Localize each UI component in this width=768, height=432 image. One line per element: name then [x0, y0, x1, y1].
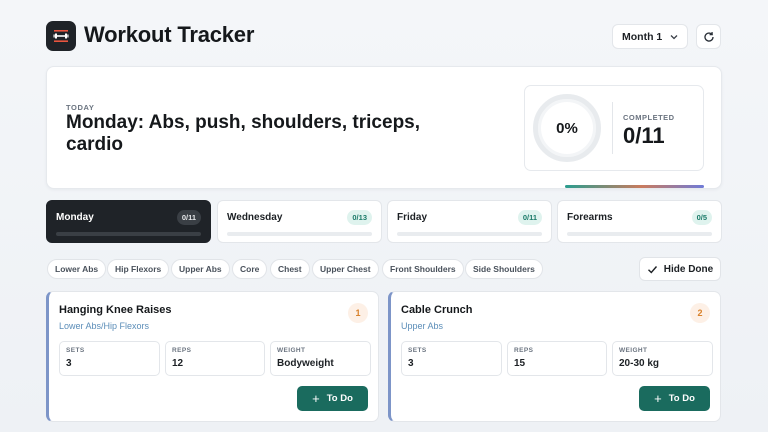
filter-chip-side-shoulders[interactable]: Side Shoulders [465, 259, 543, 279]
day-tab-label: Forearms [567, 212, 613, 223]
filter-chip-hip-flexors[interactable]: Hip Flexors [107, 259, 170, 279]
exercise-name: Hanging Knee Raises [59, 304, 172, 316]
reps-label: REPS [514, 347, 534, 354]
weight-label: WEIGHT [277, 347, 306, 354]
reps-box: REPS 12 [165, 341, 265, 376]
day-progress-bar [397, 232, 542, 236]
weight-value: 20-30 kg [619, 358, 660, 369]
day-tab-forearms[interactable]: Forearms 0/5 [557, 200, 722, 243]
month-select-value: Month 1 [622, 30, 663, 43]
sets-label: SETS [66, 347, 85, 354]
progress-summary: 0% COMPLETED 0/11 [524, 85, 704, 171]
refresh-button[interactable] [696, 24, 721, 49]
completed-label: COMPLETED [623, 113, 675, 122]
todo-button[interactable]: + To Do [297, 386, 368, 411]
exercise-card: Hanging Knee Raises Lower Abs/Hip Flexor… [46, 291, 379, 422]
day-tab-label: Friday [397, 212, 428, 223]
day-progress-bar [567, 232, 712, 236]
filter-chip-chest[interactable]: Chest [270, 259, 310, 279]
filter-chip-lower-abs[interactable]: Lower Abs [47, 259, 107, 279]
todo-label: To Do [668, 393, 695, 404]
month-select[interactable]: Month 1 [612, 24, 688, 49]
day-tab-count: 0/11 [517, 210, 542, 225]
day-tab-count: 0/11 [176, 210, 201, 225]
reps-box: REPS 15 [507, 341, 607, 376]
filter-chip-front-shoulders[interactable]: Front Shoulders [382, 259, 464, 279]
day-tab-friday[interactable]: Friday 0/11 [387, 200, 552, 243]
day-progress-bar [227, 232, 372, 236]
filter-chip-upper-chest[interactable]: Upper Chest [312, 259, 379, 279]
sets-label: SETS [408, 347, 427, 354]
sets-value: 3 [66, 358, 72, 369]
exercise-card: Cable Crunch Upper Abs 2 SETS 3 REPS 15 … [388, 291, 721, 422]
divider [612, 102, 613, 154]
day-tab-wednesday[interactable]: Wednesday 0/13 [217, 200, 382, 243]
progress-ring: 0% [533, 94, 601, 162]
day-tab-label: Wednesday [227, 212, 283, 223]
todo-label: To Do [326, 393, 353, 404]
today-label: TODAY [66, 103, 95, 112]
day-tab-monday[interactable]: Monday 0/11 [46, 200, 211, 243]
plus-icon: + [654, 391, 662, 406]
exercise-number-badge: 2 [690, 303, 710, 323]
today-card: TODAY Monday: Abs, push, shoulders, tric… [46, 66, 722, 189]
chevron-down-icon [670, 35, 678, 40]
weight-box: WEIGHT 20-30 kg [612, 341, 713, 376]
reps-value: 15 [514, 358, 526, 369]
sets-box: SETS 3 [401, 341, 502, 376]
day-tab-count: 0/5 [691, 210, 712, 225]
sets-box: SETS 3 [59, 341, 160, 376]
exercise-number-badge: 1 [348, 303, 368, 323]
refresh-icon [703, 31, 714, 42]
exercise-muscle: Upper Abs [401, 321, 444, 331]
plus-icon: + [312, 391, 320, 406]
exercise-muscle: Lower Abs/Hip Flexors [59, 321, 150, 331]
exercise-name: Cable Crunch [401, 304, 473, 316]
accent-bar [565, 185, 704, 188]
day-tab-label: Monday [56, 212, 94, 223]
day-tab-count: 0/13 [347, 210, 372, 225]
hide-done-button[interactable]: Hide Done [639, 257, 721, 281]
sets-value: 3 [408, 358, 414, 369]
filter-chip-core[interactable]: Core [232, 259, 268, 279]
day-progress-bar [56, 232, 201, 236]
hide-done-label: Hide Done [663, 263, 714, 275]
check-icon [647, 265, 657, 274]
dumbbell-icon [53, 30, 69, 42]
reps-value: 12 [172, 358, 184, 369]
filter-chip-upper-abs[interactable]: Upper Abs [171, 259, 230, 279]
today-title: Monday: Abs, push, shoulders, triceps, c… [66, 112, 421, 155]
reps-label: REPS [172, 347, 192, 354]
app-logo [46, 21, 76, 51]
completed-value: 0/11 [623, 123, 665, 148]
weight-box: WEIGHT Bodyweight [270, 341, 371, 376]
weight-value: Bodyweight [277, 358, 334, 369]
progress-percent: 0% [556, 119, 578, 137]
app-title: Workout Tracker [84, 22, 255, 47]
weight-label: WEIGHT [619, 347, 648, 354]
todo-button[interactable]: + To Do [639, 386, 710, 411]
